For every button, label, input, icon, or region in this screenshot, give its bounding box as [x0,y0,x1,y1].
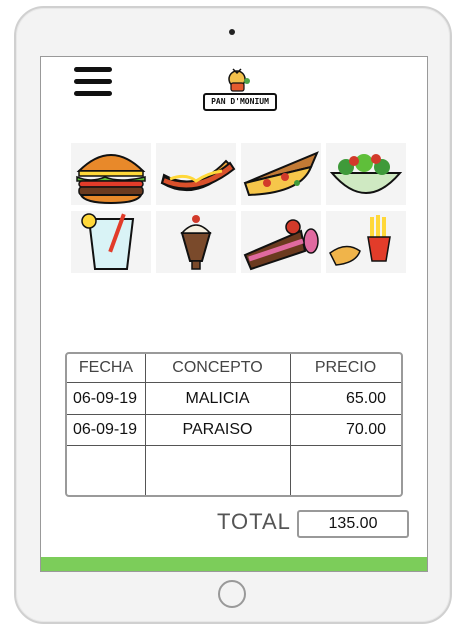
row-2-date: 06-09-19 [73,421,138,438]
fries-item[interactable] [326,211,406,273]
home-button[interactable] [218,580,246,608]
accent-bar [41,557,427,571]
row-1-concept: MALICIA [185,390,250,407]
camera-dot [229,29,235,35]
milkshake-icon [180,215,212,270]
pizza-item[interactable] [241,143,321,205]
burger-icon [76,154,146,205]
row-1-date: 06-09-19 [73,390,138,407]
pizza-icon [243,151,319,197]
logo-text: PAN D'MONIUM [203,93,277,111]
total-label: TOTAL [217,509,291,534]
row-1-price: 65.00 [345,390,386,407]
divider [67,445,401,446]
header-concept: CONCEPTO [172,359,263,376]
burger-item[interactable] [71,143,151,205]
orders-table: FECHA CONCEPTO PRECIO 06-09-19 MALICIA 6… [65,352,403,497]
app-screen: PAN D'MONIUM FECHA CONCEPTO PRECIO 06-09… [40,56,428,572]
salad-item[interactable] [326,143,406,205]
cake-icon [243,219,319,271]
salad-icon [329,154,403,194]
divider [67,382,401,383]
lemonade-icon [81,213,135,270]
header-date: FECHA [78,359,134,376]
lemonade-item[interactable] [71,211,151,273]
total-value: 135.00 [297,510,409,538]
header-price: PRECIO [314,359,377,376]
row-2-price: 70.00 [345,421,386,438]
hotdog-icon [160,159,236,192]
fries-icon [329,215,391,266]
brand-logo: PAN D'MONIUM [199,67,279,115]
milkshake-item[interactable] [156,211,236,273]
hotdog-item[interactable] [156,143,236,205]
hamburger-menu-icon[interactable] [74,67,112,99]
row-2-concept: PARAISO [182,421,253,438]
cake-item[interactable] [241,211,321,273]
